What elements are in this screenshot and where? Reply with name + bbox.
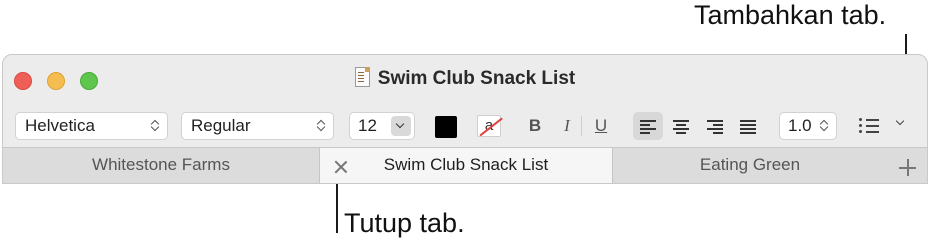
bulleted-list-icon[interactable] [859,114,883,138]
format-toolbar: Helvetica Regular 12 a B I U 1.0 [3,105,927,147]
window-title-area: Swim Club Snack List [3,67,927,90]
tab-whitestone-farms[interactable]: Whitestone Farms [3,148,319,183]
toolbar-divider [581,116,582,136]
font-style-popup[interactable]: Regular [181,112,334,140]
close-tab-callout-line [336,180,338,233]
font-size-combo[interactable]: 12 [349,112,415,140]
line-spacing-popup[interactable]: 1.0 [779,112,837,140]
background-color-button[interactable]: a [477,115,501,137]
app-window: Swim Club Snack List Helvetica Regular 1… [2,54,928,184]
tab-label: Whitestone Farms [92,155,230,174]
tab-label: Swim Club Snack List [383,155,549,174]
line-spacing-value: 1.0 [788,116,812,135]
chevron-down-icon[interactable] [895,117,907,129]
align-left-button[interactable] [633,112,663,140]
tab-bar: Whitestone Farms Swim Club Snack List Ea… [3,147,927,183]
font-size-value: 12 [358,116,377,135]
add-tab-callout: Tambahkan tab. [694,0,887,30]
font-family-value: Helvetica [25,116,95,135]
updown-chevron-icon [820,119,829,133]
align-center-button[interactable] [666,112,696,140]
tab-eating-green[interactable]: Eating Green [613,148,887,183]
title-bar: Swim Club Snack List [3,55,927,105]
alignment-group [633,112,763,140]
chevron-down-icon[interactable] [391,116,411,136]
font-style-value: Regular [191,116,251,135]
document-icon [354,67,370,87]
align-right-button[interactable] [700,112,730,140]
font-family-popup[interactable]: Helvetica [15,112,168,140]
close-tab-callout: Tutup tab. [344,208,465,238]
add-tab-button[interactable] [887,148,927,183]
text-color-swatch[interactable] [435,116,457,138]
bg-color-label: a [484,117,494,134]
window-title: Swim Club Snack List [377,68,576,89]
close-icon[interactable] [334,160,348,174]
tab-swim-club-snack-list[interactable]: Swim Club Snack List [320,148,612,183]
underline-button[interactable]: U [591,114,611,138]
bold-button[interactable]: B [525,114,545,138]
align-justify-button[interactable] [733,112,763,140]
italic-button[interactable]: I [557,114,577,138]
tab-label: Eating Green [699,155,801,174]
updown-chevron-icon [151,119,160,133]
updown-chevron-icon [317,119,326,133]
